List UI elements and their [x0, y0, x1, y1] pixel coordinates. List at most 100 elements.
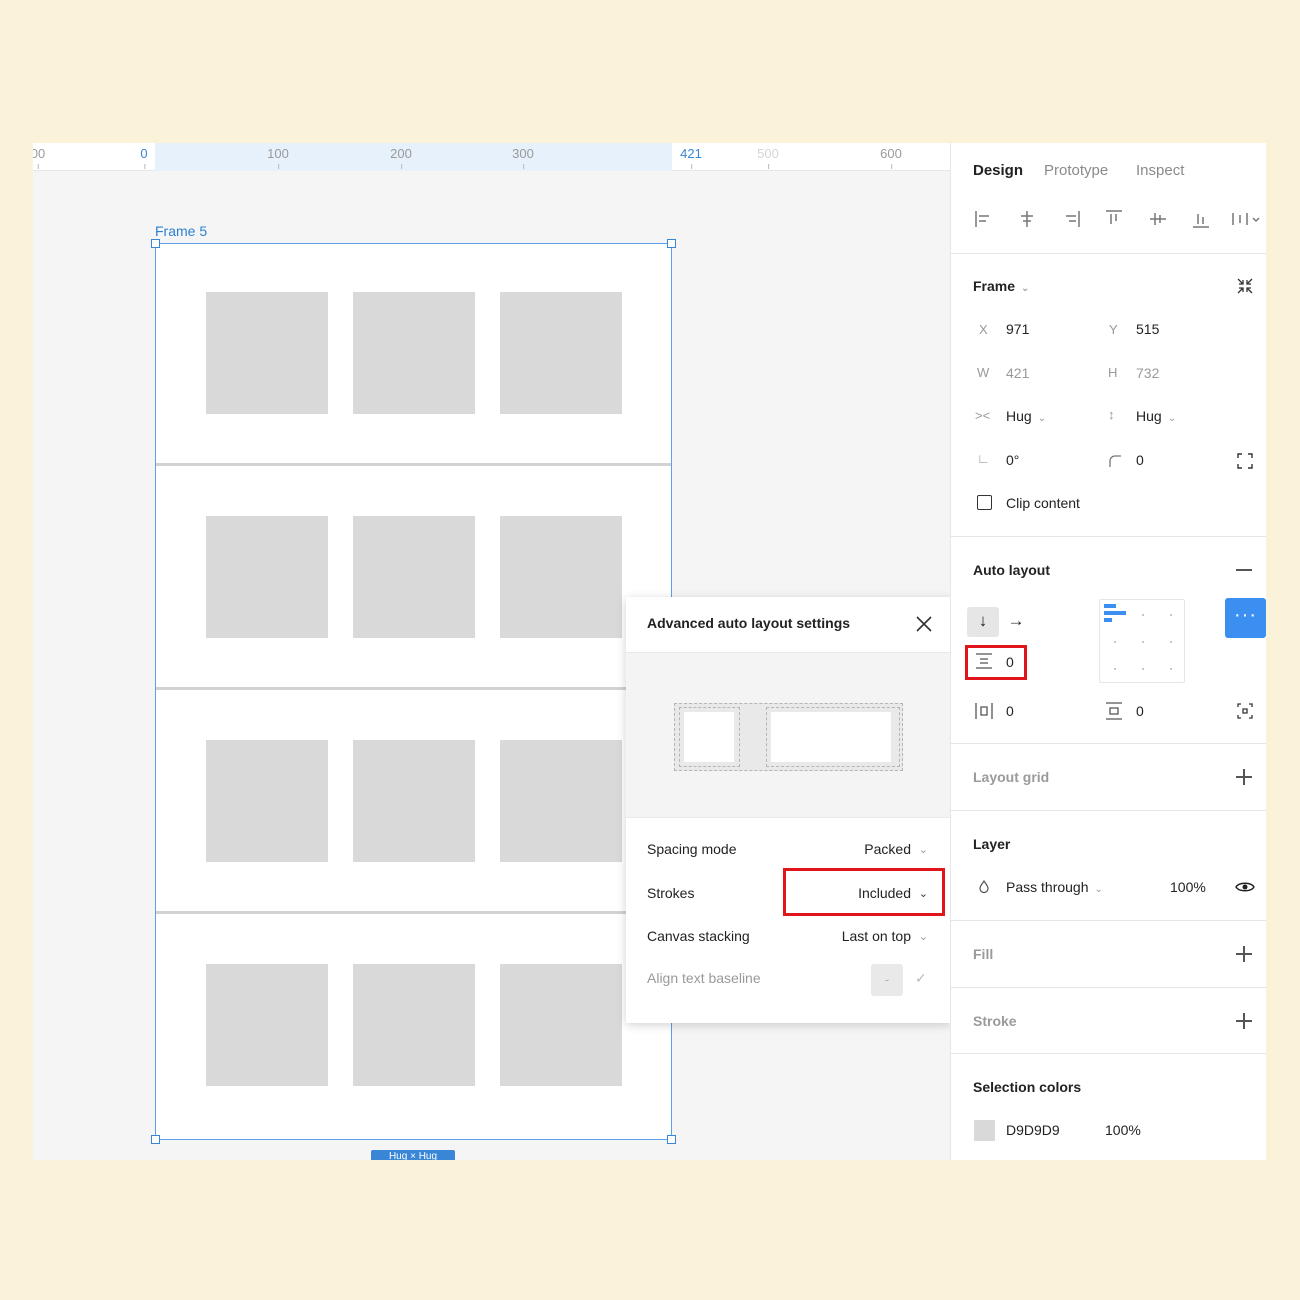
chevron-down-icon: ⌄: [918, 931, 928, 943]
h-label: H: [1108, 365, 1118, 380]
h-input[interactable]: 732: [1136, 365, 1159, 381]
independent-corners-icon[interactable]: [1236, 452, 1254, 470]
panel-header: Design Prototype Inspect: [951, 143, 1266, 254]
item-spacing-highlight-box: [965, 645, 1027, 680]
distribute-chevron-down-icon[interactable]: [1231, 209, 1261, 229]
auto-layout-title: Auto layout: [973, 562, 1050, 578]
size-badge: Hug × Hug: [371, 1150, 455, 1160]
color-swatch[interactable]: [974, 1120, 995, 1141]
canvas-stacking-row: Canvas stacking Last on top ⌄: [626, 922, 951, 952]
align-bottom-icon[interactable]: [1191, 209, 1211, 229]
placeholder-cell[interactable]: [206, 292, 328, 414]
placeholder-cell[interactable]: [353, 516, 475, 638]
stroke-title: Stroke: [973, 1013, 1017, 1029]
x-input[interactable]: 971: [1006, 321, 1029, 337]
x-label: X: [979, 322, 988, 337]
properties-panel: Design Prototype Inspect Frame ⌄ X 971 Y …: [950, 143, 1266, 1160]
blend-mode-icon: [979, 880, 989, 894]
align-left-icon[interactable]: [974, 209, 994, 229]
individual-padding-icon[interactable]: [1236, 702, 1254, 720]
figma-app: 00 0 100 200 300 421 500 600 Frame 5 Hug…: [33, 143, 1266, 1160]
color-hex-value[interactable]: D9D9D9: [1006, 1122, 1060, 1138]
strokes-label: Strokes: [647, 885, 695, 901]
strokes-highlight-box: [783, 868, 945, 916]
frame-row[interactable]: [156, 916, 671, 1138]
ruler-tick: 600: [880, 146, 902, 169]
spacing-mode-row: Spacing mode Packed ⌄: [626, 835, 951, 865]
selected-frame[interactable]: [155, 243, 672, 1140]
tab-design[interactable]: Design: [973, 162, 1023, 179]
horizontal-resizing-dropdown[interactable]: Hug ⌄: [1006, 408, 1046, 424]
close-icon[interactable]: [913, 613, 935, 635]
align-right-icon[interactable]: [1061, 209, 1081, 229]
frame-row[interactable]: [156, 692, 671, 914]
frame-section-title[interactable]: Frame ⌄: [973, 278, 1029, 294]
y-input[interactable]: 515: [1136, 321, 1159, 337]
w-label: W: [977, 365, 990, 380]
fill-title: Fill: [973, 946, 994, 962]
advanced-settings-button[interactable]: ···: [1225, 598, 1266, 638]
placeholder-cell[interactable]: [206, 516, 328, 638]
align-vertical-center-icon[interactable]: [1148, 209, 1168, 229]
align-horizontal-center-icon[interactable]: [1017, 209, 1037, 229]
horizontal-padding-input[interactable]: 0: [1006, 703, 1014, 719]
horizontal-ruler: 00 0 100 200 300 421 500 600: [33, 143, 950, 171]
placeholder-cell[interactable]: [500, 964, 622, 1086]
vertical-padding-input[interactable]: 0: [1136, 703, 1144, 719]
ruler-tick: 300: [512, 146, 534, 169]
clip-content-checkbox[interactable]: [977, 495, 992, 510]
tab-prototype[interactable]: Prototype: [1044, 162, 1108, 179]
vertical-resizing-dropdown[interactable]: Hug ⌄: [1136, 408, 1176, 424]
placeholder-cell[interactable]: [500, 292, 622, 414]
eye-icon[interactable]: [1235, 880, 1255, 894]
placeholder-cell[interactable]: [353, 964, 475, 1086]
rotation-input[interactable]: 0°: [1006, 452, 1019, 468]
corner-radius-icon: [1109, 455, 1121, 467]
color-opacity-value[interactable]: 100%: [1105, 1122, 1141, 1138]
horizontal-resizing-icon: ><: [975, 408, 991, 423]
tab-inspect[interactable]: Inspect: [1136, 162, 1184, 179]
corner-radius-input[interactable]: 0: [1136, 452, 1144, 468]
canvas-stacking-dropdown[interactable]: Last on top: [842, 928, 911, 944]
resize-handle-bottom-right[interactable]: [667, 1135, 676, 1144]
placeholder-cell[interactable]: [500, 516, 622, 638]
w-input[interactable]: 421: [1006, 365, 1029, 381]
collapse-icon[interactable]: [1235, 276, 1255, 296]
blend-mode-dropdown[interactable]: Pass through ⌄: [1006, 879, 1103, 895]
align-text-baseline-label: Align text baseline: [647, 970, 761, 986]
placeholder-cell[interactable]: [353, 292, 475, 414]
add-stroke-icon[interactable]: [1236, 1013, 1252, 1029]
frame-name-label[interactable]: Frame 5: [155, 223, 207, 239]
direction-horizontal-button[interactable]: →: [1005, 607, 1027, 637]
layer-title: Layer: [973, 836, 1011, 852]
popup-title: Advanced auto layout settings: [647, 615, 851, 631]
placeholder-cell[interactable]: [206, 964, 328, 1086]
layout-grid-title: Layout grid: [973, 769, 1050, 785]
remove-auto-layout-icon[interactable]: [1236, 569, 1252, 571]
resize-handle-top-left[interactable]: [151, 239, 160, 248]
resize-handle-top-right[interactable]: [667, 239, 676, 248]
direction-vertical-button[interactable]: ↓: [967, 607, 999, 637]
frame-row[interactable]: [156, 244, 671, 466]
spacing-mode-dropdown[interactable]: Packed: [864, 841, 911, 857]
align-text-baseline-row: Align text baseline - ✓: [626, 964, 951, 996]
placeholder-cell[interactable]: [353, 740, 475, 862]
align-top-icon[interactable]: [1104, 209, 1124, 229]
clip-content-label: Clip content: [1006, 495, 1080, 511]
alignment-grid[interactable]: [1099, 599, 1185, 683]
add-layout-grid-icon[interactable]: [1236, 769, 1252, 785]
ruler-tick: 00: [33, 146, 45, 169]
ruler-tick: 200: [390, 146, 412, 169]
vertical-padding-icon: [1106, 702, 1122, 720]
resize-handle-bottom-left[interactable]: [151, 1135, 160, 1144]
popup-header: Advanced auto layout settings: [626, 597, 951, 653]
section-divider: [951, 1053, 1266, 1054]
align-text-baseline-toggle[interactable]: -: [871, 964, 903, 996]
placeholder-cell[interactable]: [500, 740, 622, 862]
y-label: Y: [1109, 322, 1118, 337]
placeholder-cell[interactable]: [206, 740, 328, 862]
frame-row[interactable]: [156, 468, 671, 690]
add-fill-icon[interactable]: [1236, 946, 1252, 962]
ruler-tick-selected-end: 421: [680, 146, 702, 169]
layer-opacity-input[interactable]: 100%: [1170, 879, 1206, 895]
